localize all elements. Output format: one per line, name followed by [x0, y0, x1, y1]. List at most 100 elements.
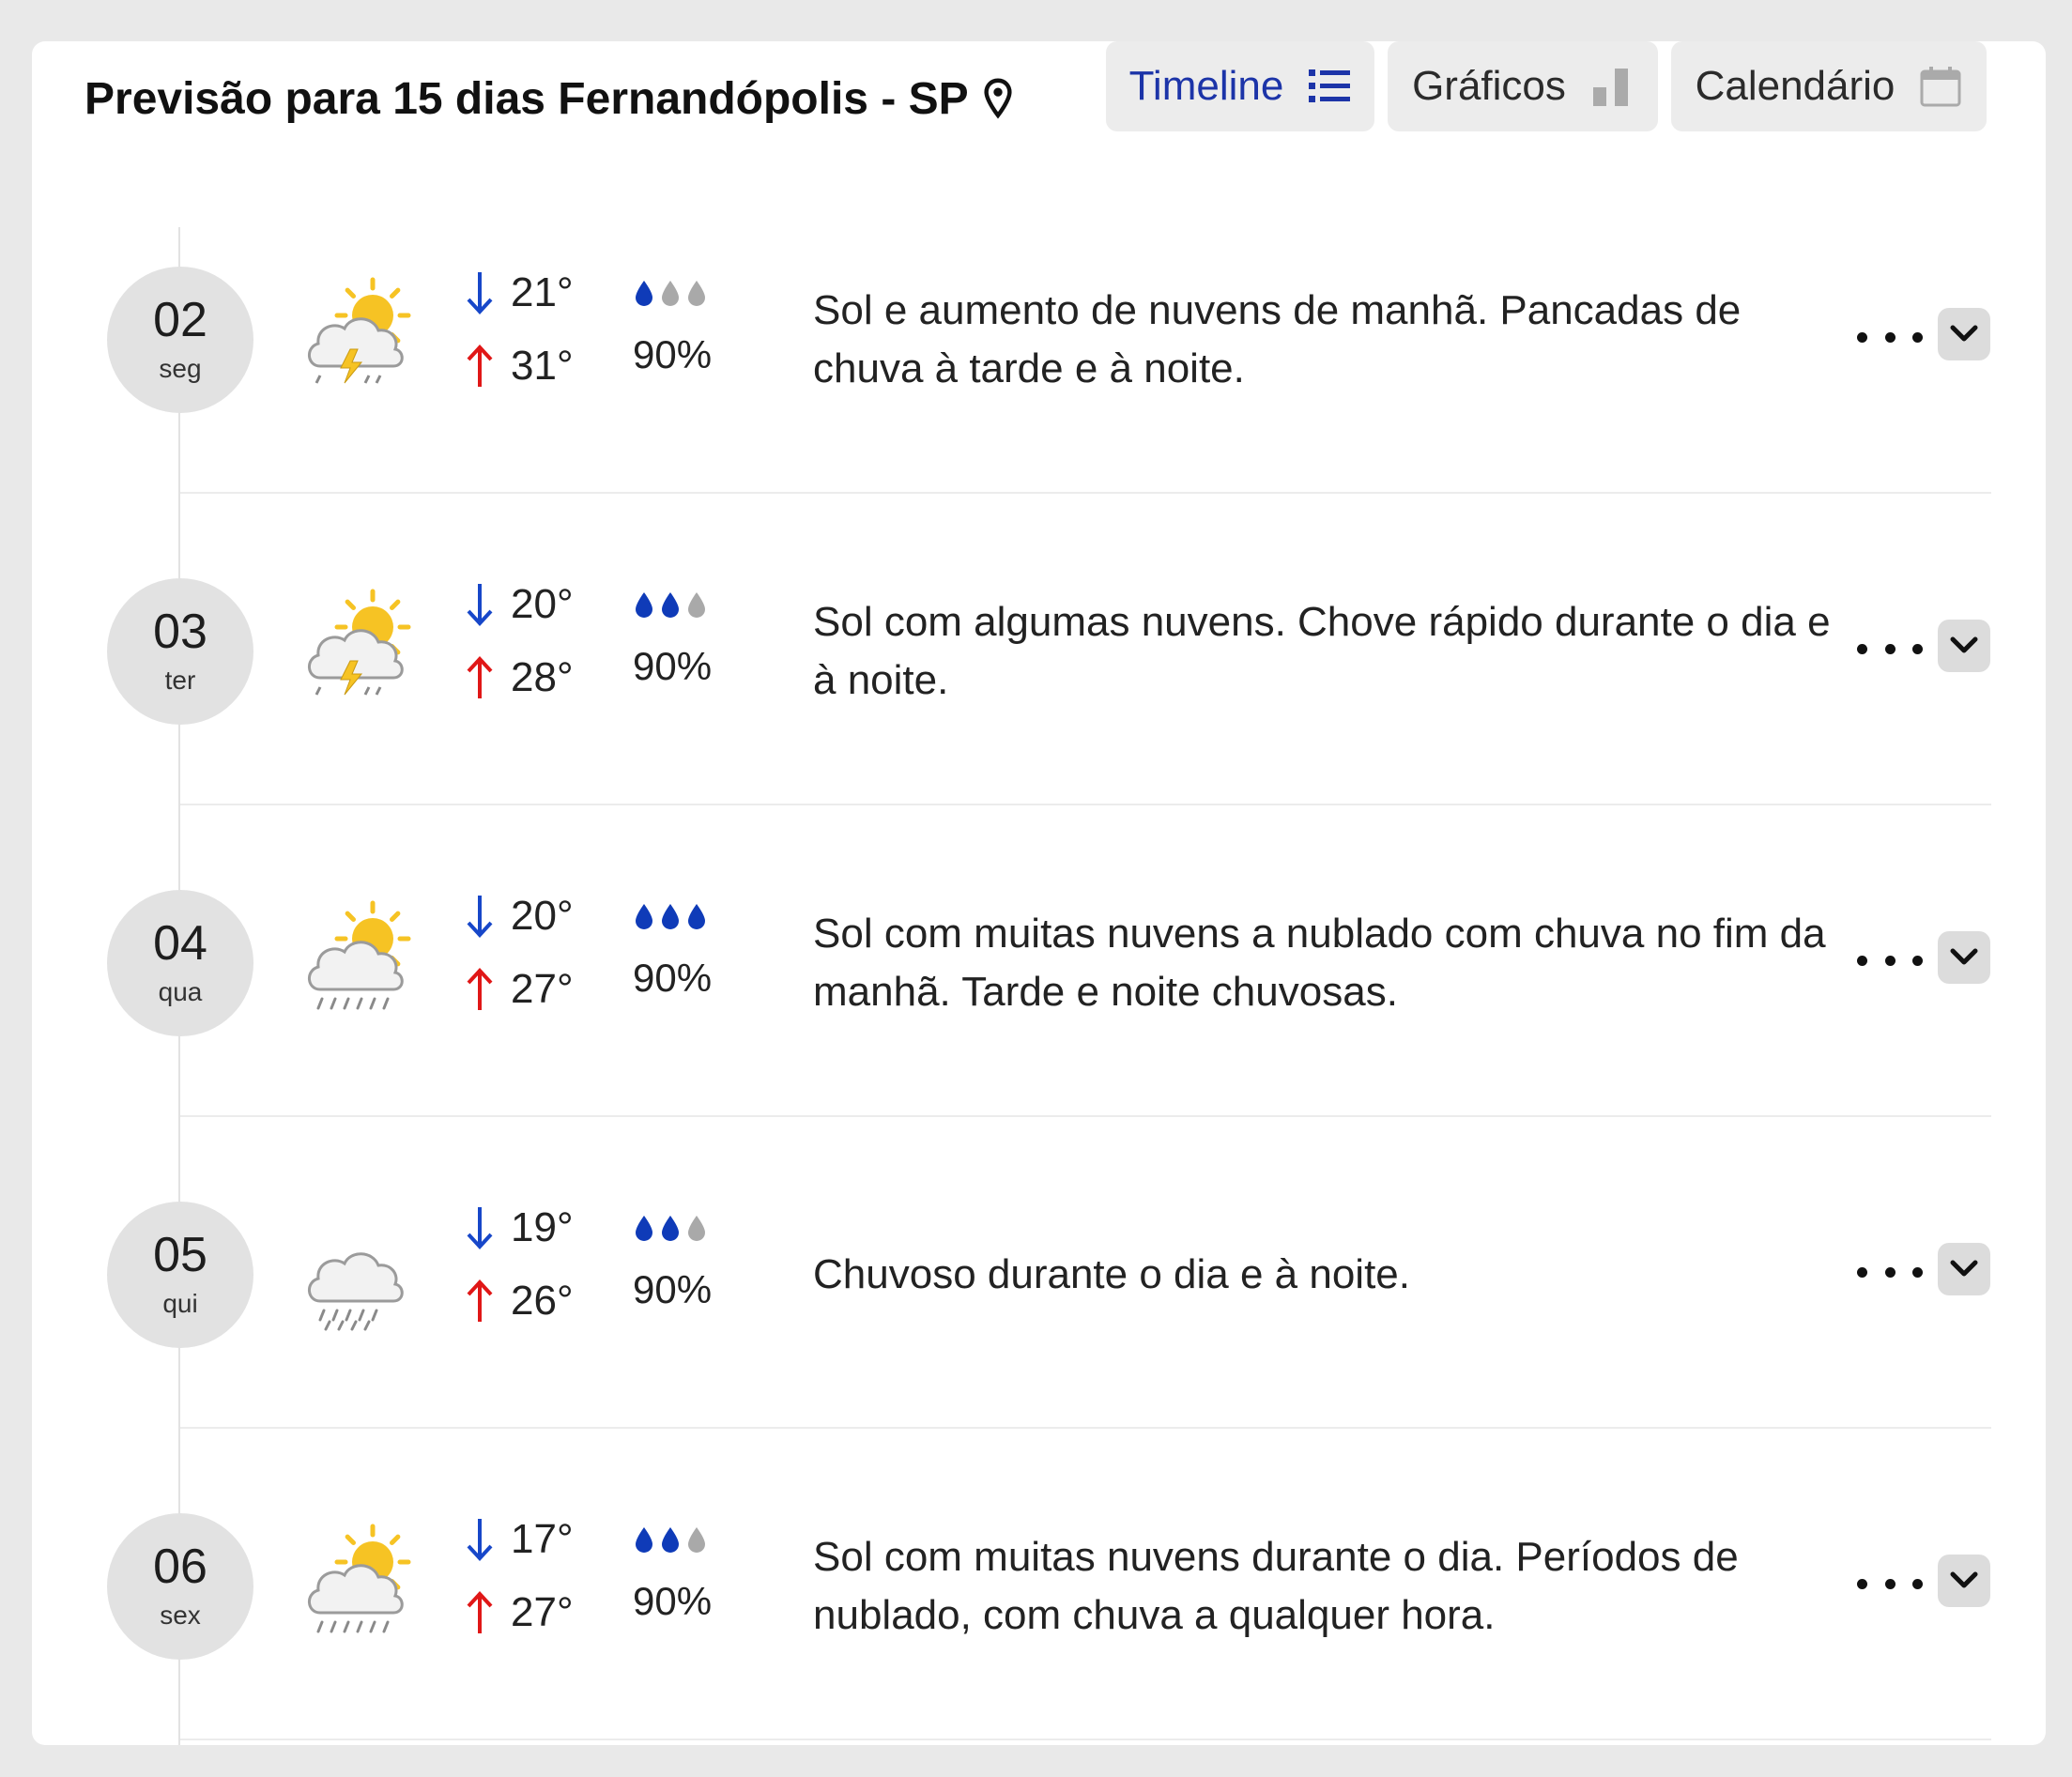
dot: [1884, 643, 1895, 654]
tab-graficos[interactable]: Gráficos: [1388, 41, 1658, 131]
expand-button[interactable]: [1938, 1555, 1990, 1607]
forecast-description: Sol com muitas nuvens durante o dia. Per…: [813, 1534, 1739, 1638]
dot: [1884, 331, 1895, 343]
rain-drop-empty-icon: [662, 281, 679, 306]
dot: [1912, 643, 1923, 654]
bar-chart-icon: [1592, 69, 1628, 106]
arrow-up-icon: [467, 1591, 493, 1633]
temperatures: 21° 31°: [464, 265, 595, 394]
temp-min-value: 19°: [511, 1204, 574, 1250]
weekday: seg: [159, 354, 202, 383]
temp-min: 21°: [464, 265, 595, 321]
view-tabs: Timeline Gráficos Calendário: [1106, 41, 1987, 131]
rain-percentage: 90%: [633, 956, 713, 1000]
rain-drop-empty-icon: [688, 1216, 705, 1241]
rain-percentage: 90%: [633, 1579, 713, 1623]
cloud-rain-icon: [297, 1209, 419, 1331]
dot: [1884, 1266, 1895, 1278]
tab-graficos-label: Gráficos: [1412, 63, 1566, 109]
arrow-down-icon: [467, 584, 493, 626]
rain-drop-filled-icon: [662, 904, 679, 929]
page-title: Previsão para 15 dias Fernandópolis - SP: [84, 56, 1014, 141]
sun-cloud-rain-icon: [297, 897, 419, 1019]
more-options-button[interactable]: [1857, 625, 1923, 672]
rain-percentage: 90%: [633, 332, 713, 376]
chevron-down-icon: [1950, 1571, 1978, 1588]
temperatures: 17° 27°: [464, 1511, 595, 1641]
dot: [1912, 1266, 1923, 1278]
tab-timeline[interactable]: Timeline: [1106, 41, 1374, 131]
forecast-day-row[interactable]: 04 qua 20° 27° 90% Sol com muitas nuvens…: [32, 805, 2046, 1117]
temperatures: 20° 28°: [464, 576, 595, 706]
forecast-day-row[interactable]: 06 sex 17° 27° 90% Sol com muitas nuvens…: [32, 1429, 2046, 1740]
expand-button[interactable]: [1938, 620, 1990, 672]
rain-drop-filled-icon: [636, 1216, 652, 1241]
forecast-day-row[interactable]: 05 qui 19° 26° 90% Chuvoso durante o dia…: [32, 1117, 2046, 1429]
arrow-up-icon: [467, 968, 493, 1010]
page-title-text: Previsão para 15 dias Fernandópolis - SP: [84, 73, 969, 124]
temp-max-value: 28°: [511, 654, 574, 700]
chevron-down-icon: [1950, 636, 1978, 653]
more-options-button[interactable]: [1857, 314, 1923, 360]
date-badge: 04 qua: [107, 890, 253, 1036]
list-icon: [1309, 69, 1351, 102]
arrow-up-icon: [467, 345, 493, 387]
expand-button[interactable]: [1938, 931, 1990, 984]
expand-button[interactable]: [1938, 1243, 1990, 1295]
temp-max: 26°: [464, 1273, 595, 1329]
map-pin-icon: [984, 78, 1012, 119]
temp-min-value: 20°: [511, 893, 574, 939]
temp-min-value: 20°: [511, 581, 574, 627]
rain-drop-empty-icon: [688, 281, 705, 306]
tab-calendario[interactable]: Calendário: [1671, 41, 1987, 131]
row-divider: [180, 1739, 1991, 1740]
temp-min: 17°: [464, 1511, 595, 1568]
temp-min-value: 21°: [511, 269, 574, 315]
forecast-day-row[interactable]: 03 ter 20° 28° 90% Sol com algumas nuven…: [32, 494, 2046, 805]
more-options-button[interactable]: [1857, 937, 1923, 984]
arrow-down-icon: [467, 1519, 493, 1561]
forecast-description: Chuvoso durante o dia e à noite.: [813, 1251, 1411, 1297]
more-options-button[interactable]: [1857, 1560, 1923, 1607]
rain-drop-filled-icon: [636, 904, 652, 929]
dot: [1912, 1578, 1923, 1589]
rain-drop-filled-icon: [662, 1527, 679, 1553]
chevron-down-icon: [1950, 1260, 1978, 1277]
sun-cloud-thunder-icon: [297, 586, 419, 708]
tab-calendario-label: Calendário: [1695, 63, 1895, 109]
temperatures: 19° 26°: [464, 1200, 595, 1329]
date-badge: 03 ter: [107, 578, 253, 725]
rain-probability: 90%: [633, 576, 755, 689]
date-badge: 05 qui: [107, 1202, 253, 1348]
arrow-down-icon: [467, 896, 493, 938]
rain-drop-filled-icon: [636, 592, 652, 618]
temp-min-value: 17°: [511, 1516, 574, 1562]
day-number: 04: [153, 916, 207, 971]
rain-drop-empty-icon: [688, 1527, 705, 1553]
arrow-down-icon: [467, 272, 493, 314]
temp-max: 31°: [464, 338, 595, 394]
rain-drop-empty-icon: [688, 592, 705, 618]
rain-drops: [633, 1200, 755, 1256]
dot: [1857, 955, 1867, 966]
temp-max-value: 26°: [511, 1278, 574, 1324]
rain-percentage: 90%: [633, 1267, 713, 1311]
tab-timeline-label: Timeline: [1128, 63, 1284, 109]
temp-max-value: 27°: [511, 966, 574, 1012]
arrow-up-icon: [467, 656, 493, 698]
forecast-day-row[interactable]: 02 seg 21° 31° 90% Sol e aumento de nuve…: [32, 182, 2046, 494]
dot: [1857, 643, 1867, 654]
rain-drop-filled-icon: [636, 1527, 652, 1553]
forecast-card: Previsão para 15 dias Fernandópolis - SP…: [32, 41, 2046, 1745]
rain-drops: [633, 576, 755, 633]
temp-min: 19°: [464, 1200, 595, 1256]
dot: [1912, 331, 1923, 343]
expand-button[interactable]: [1938, 308, 1990, 360]
more-options-button[interactable]: [1857, 1248, 1923, 1295]
dot: [1884, 955, 1895, 966]
day-number: 05: [153, 1228, 207, 1282]
weekday: qua: [158, 977, 203, 1006]
dot: [1857, 331, 1867, 343]
forecast-timeline: 02 seg 21° 31° 90% Sol e aumento de nuve…: [32, 182, 2046, 1745]
day-number: 03: [153, 605, 207, 659]
